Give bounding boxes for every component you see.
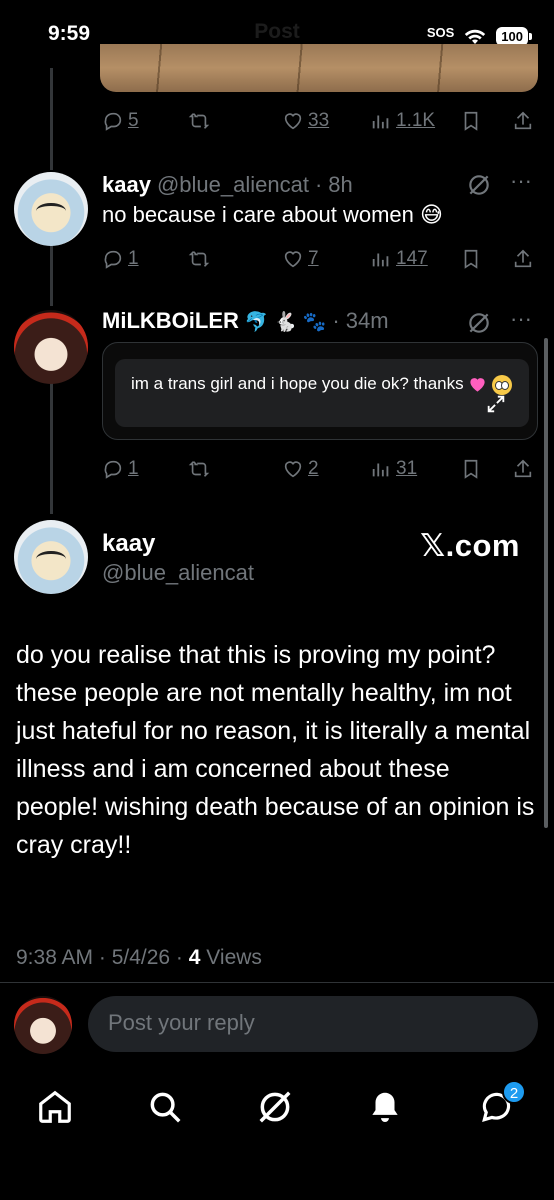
tweet-text: no because i care about women 😅 bbox=[102, 202, 443, 227]
bookmark-button[interactable] bbox=[460, 248, 482, 270]
reply-button[interactable]: 5 bbox=[102, 110, 139, 132]
repost-icon bbox=[188, 251, 210, 267]
reply-button[interactable]: 1 bbox=[102, 248, 139, 270]
nav-messages[interactable]: 2 bbox=[478, 1080, 526, 1131]
tweet-time: 34m bbox=[345, 308, 389, 333]
grok-icon[interactable] bbox=[466, 172, 492, 198]
share-icon bbox=[514, 459, 532, 478]
bookmark-icon bbox=[464, 459, 478, 479]
author-name[interactable]: kaay bbox=[102, 172, 151, 198]
repost-icon bbox=[188, 113, 210, 129]
author-handle[interactable]: @blue_aliencat bbox=[102, 560, 254, 586]
bookmark-button[interactable] bbox=[460, 110, 482, 132]
like-button[interactable]: 2 bbox=[282, 458, 319, 480]
repost-button[interactable] bbox=[188, 110, 210, 132]
tweet-time: 8h bbox=[328, 172, 353, 197]
views-count: 4 bbox=[188, 946, 201, 969]
views-button[interactable]: 147 bbox=[370, 248, 428, 270]
share-button[interactable] bbox=[512, 248, 534, 270]
bottom-nav: 2 bbox=[0, 1076, 554, 1146]
tweet-header: MiLKBOiLER 🐬 🐇 🐾 · 34m bbox=[102, 308, 389, 334]
pleading-face-icon bbox=[492, 374, 513, 395]
quoted-message: im a trans girl and i hope you die ok? t… bbox=[115, 359, 529, 427]
nav-grok[interactable] bbox=[256, 1088, 294, 1131]
nav-notifications[interactable] bbox=[366, 1088, 404, 1131]
views-button[interactable]: 1.1K bbox=[370, 110, 435, 132]
author-handle[interactable]: @blue_aliencat bbox=[157, 172, 309, 198]
like-button[interactable]: 7 bbox=[282, 248, 319, 270]
avatar[interactable] bbox=[14, 172, 88, 246]
heart-icon bbox=[284, 461, 302, 478]
like-button[interactable]: 33 bbox=[282, 110, 329, 132]
nav-home[interactable] bbox=[36, 1088, 74, 1131]
share-icon bbox=[514, 249, 532, 268]
views-button[interactable]: 31 bbox=[370, 458, 417, 480]
repost-button[interactable] bbox=[188, 458, 210, 480]
author-name[interactable]: MiLKBOiLER bbox=[102, 308, 239, 334]
share-icon bbox=[514, 111, 532, 130]
views-icon bbox=[372, 253, 389, 267]
author-name[interactable]: kaay bbox=[102, 530, 155, 558]
messages-badge: 2 bbox=[502, 1080, 526, 1104]
media-image[interactable] bbox=[100, 44, 538, 92]
repost-icon bbox=[188, 461, 210, 477]
reply-input[interactable]: Post your reply bbox=[88, 996, 538, 1052]
views-icon bbox=[372, 115, 389, 129]
thread-line bbox=[50, 382, 53, 514]
more-icon[interactable]: ··· bbox=[510, 168, 532, 194]
expand-icon[interactable] bbox=[485, 393, 507, 415]
search-icon bbox=[150, 1092, 181, 1123]
nav-search[interactable] bbox=[146, 1088, 184, 1131]
x-com-watermark: 𝕏.com bbox=[420, 528, 520, 563]
home-icon bbox=[39, 1090, 71, 1123]
scrollbar[interactable] bbox=[544, 338, 548, 828]
post-meta: 9:38 AM · 5/4/26 · 4 Views bbox=[16, 946, 262, 970]
thread-line bbox=[50, 244, 53, 306]
post-text: do you realise that this is proving my p… bbox=[16, 641, 535, 859]
repost-button[interactable] bbox=[188, 248, 210, 270]
bookmark-icon bbox=[464, 249, 478, 269]
reply-icon bbox=[104, 112, 122, 131]
divider bbox=[0, 982, 554, 983]
reply-button[interactable]: 1 bbox=[102, 458, 139, 480]
name-emojis: 🐬 🐇 🐾 bbox=[244, 312, 327, 333]
reply-icon bbox=[104, 460, 122, 479]
bookmark-icon bbox=[464, 111, 478, 131]
views-label: Views bbox=[200, 946, 262, 969]
quoted-media[interactable]: im a trans girl and i hope you die ok? t… bbox=[102, 342, 538, 440]
bell-icon bbox=[372, 1092, 398, 1123]
heart-icon bbox=[284, 113, 302, 130]
grok-icon bbox=[259, 1091, 291, 1123]
views-icon bbox=[372, 463, 389, 477]
more-icon[interactable]: ··· bbox=[510, 306, 532, 332]
post-timestamp: 9:38 AM · 5/4/26 · bbox=[16, 946, 189, 969]
bookmark-button[interactable] bbox=[460, 458, 482, 480]
avatar[interactable] bbox=[14, 310, 88, 384]
thread-line bbox=[50, 68, 53, 170]
share-button[interactable] bbox=[512, 458, 534, 480]
share-button[interactable] bbox=[512, 110, 534, 132]
tweet-header: kaay @blue_aliencat · 8h bbox=[102, 172, 353, 198]
heart-icon bbox=[284, 251, 302, 268]
reply-icon bbox=[104, 250, 122, 269]
avatar bbox=[14, 996, 72, 1054]
wifi-icon bbox=[465, 29, 486, 44]
pink-heart-icon bbox=[470, 378, 485, 392]
status-time: 9:59 bbox=[48, 22, 91, 45]
avatar[interactable] bbox=[14, 520, 88, 594]
grok-icon[interactable] bbox=[466, 310, 492, 336]
